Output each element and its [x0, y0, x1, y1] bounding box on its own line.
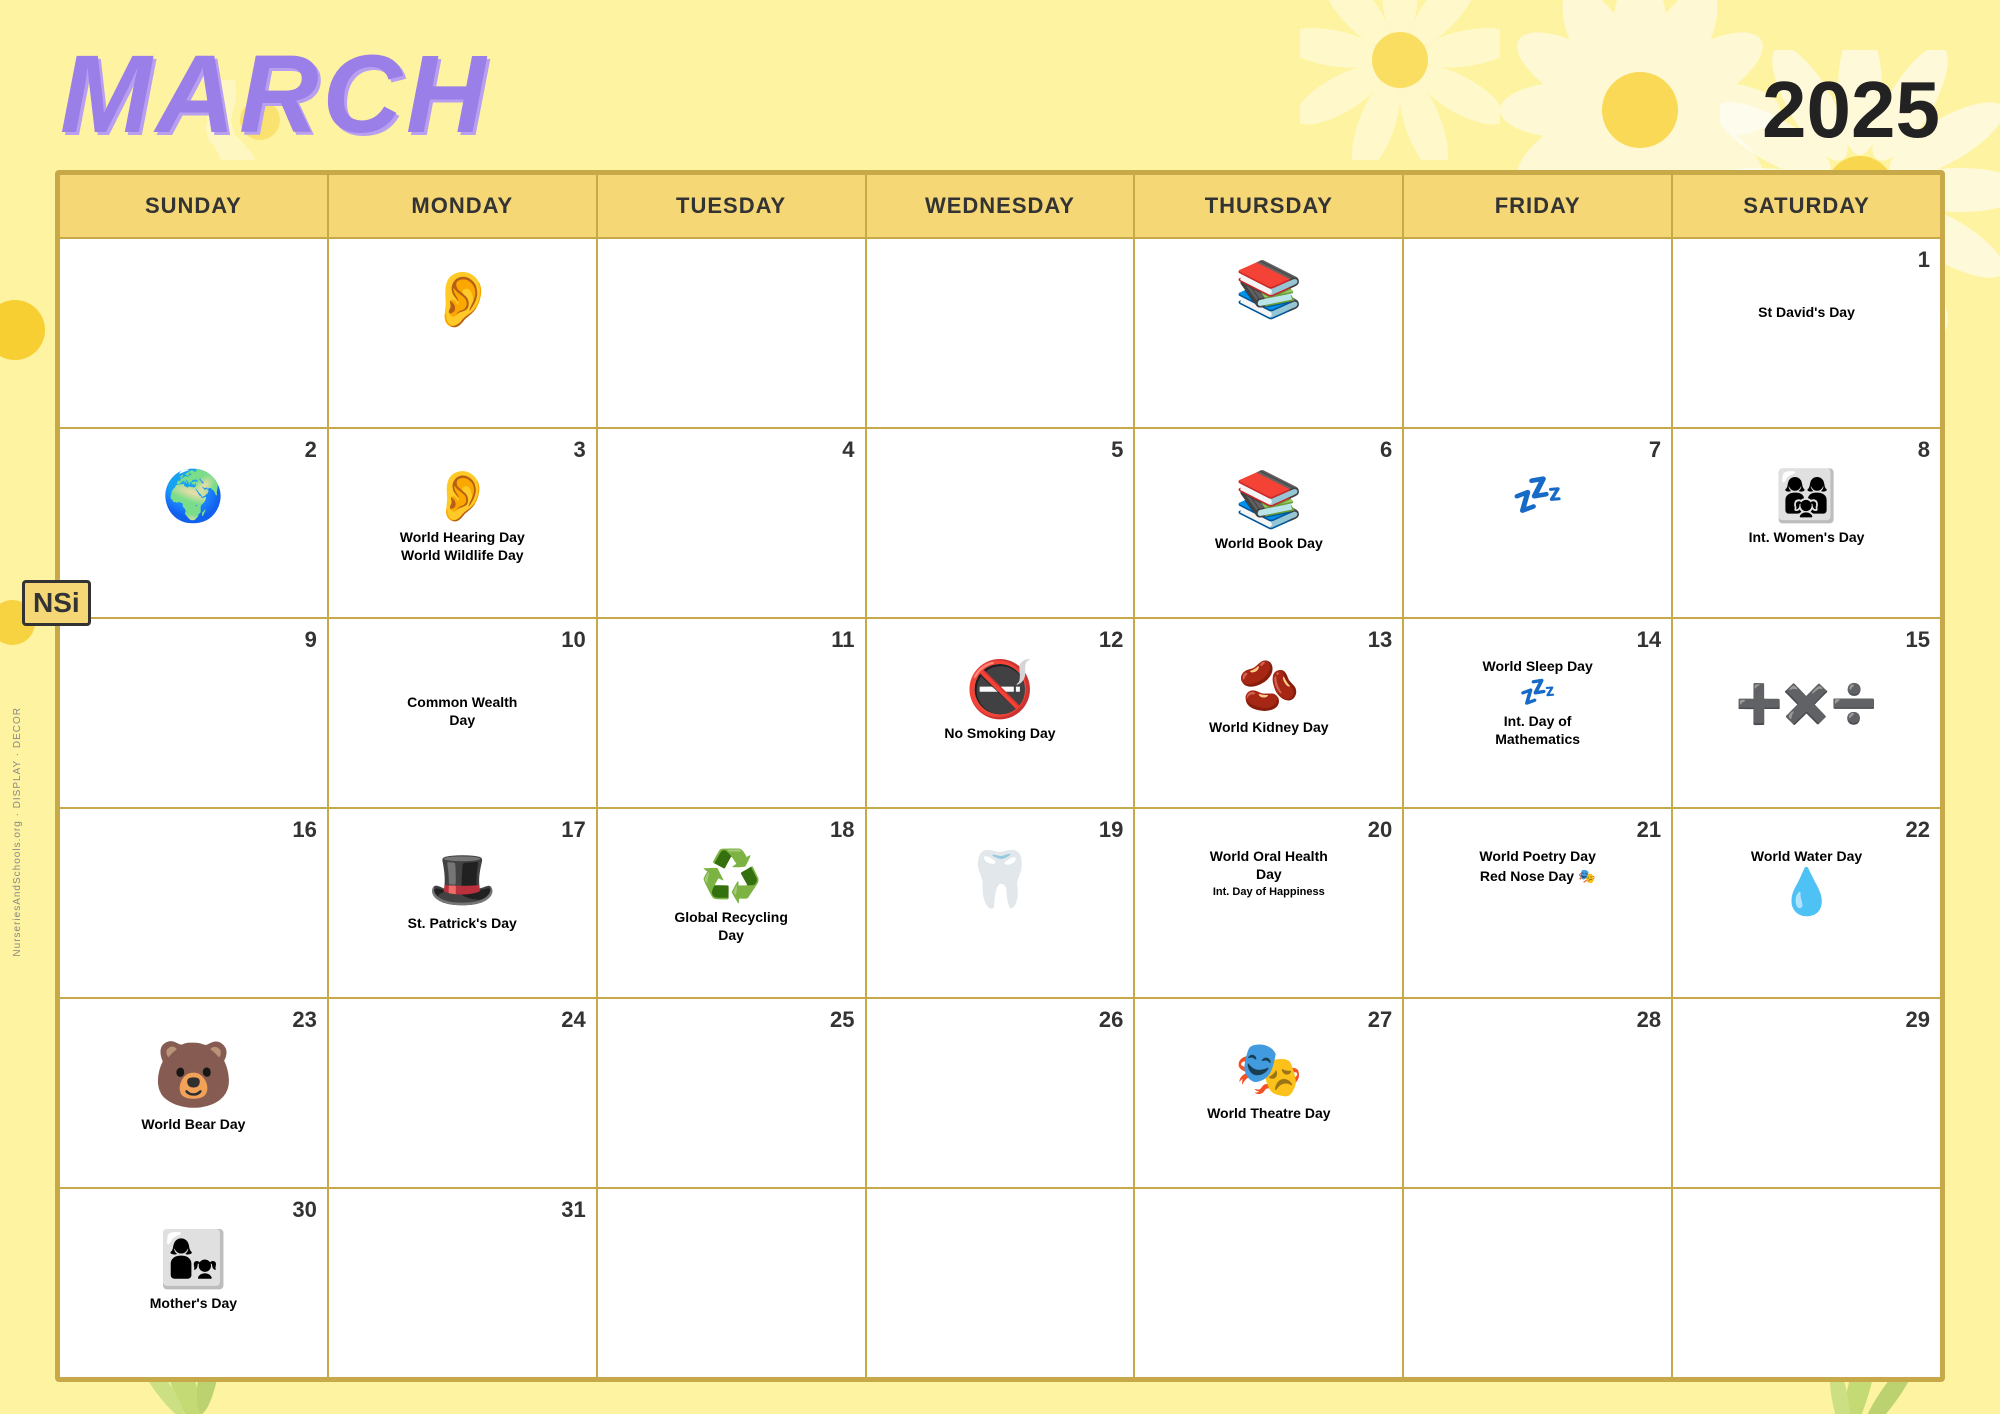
col-saturday: SATURDAY	[1672, 174, 1941, 238]
cell-w4-wed: 26	[866, 998, 1135, 1188]
week-row-3: 1617🎩St. Patrick's Day18♻️Global Recycli…	[59, 808, 1941, 998]
cell-w3-sun: 16	[59, 808, 328, 998]
cell-w4-sat: 29	[1672, 998, 1941, 1188]
cell-w3-mon: 17🎩St. Patrick's Day	[328, 808, 597, 998]
week-row-2: 910Common WealthDay1112🚭No Smoking Day13…	[59, 618, 1941, 808]
cell-w0-sat: 1St David's Day	[1672, 238, 1941, 428]
week-row-5: 30👩‍👧Mother's Day31	[59, 1188, 1941, 1378]
cell-w2-sat: 15➕✖️➗	[1672, 618, 1941, 808]
cell-w2-fri: 14World Sleep Day💤Int. Day ofMathematics	[1403, 618, 1672, 808]
week-row-0: 👂 📚 1St David's Day	[59, 238, 1941, 428]
cell-w2-mon: 10Common WealthDay	[328, 618, 597, 808]
cell-w5-thu	[1134, 1188, 1403, 1378]
cell-w1-fri: 7💤	[1403, 428, 1672, 618]
cell-w2-thu: 13🫘World Kidney Day	[1134, 618, 1403, 808]
header: MARCH 2025	[0, 0, 2000, 160]
cell-w4-mon: 24	[328, 998, 597, 1188]
calendar-table: SUNDAY MONDAY TUESDAY WEDNESDAY THURSDAY…	[58, 173, 1942, 1379]
cell-w5-sat	[1672, 1188, 1941, 1378]
cell-w5-tue	[597, 1188, 866, 1378]
week-row-4: 23🐻World Bear Day24252627🎭World Theatre …	[59, 998, 1941, 1188]
year-title: 2025	[1762, 70, 1940, 150]
cell-w0-mon: 👂	[328, 238, 597, 428]
col-sunday: SUNDAY	[59, 174, 328, 238]
cell-w4-fri: 28	[1403, 998, 1672, 1188]
cell-w3-sat: 22World Water Day💧	[1672, 808, 1941, 998]
cell-w2-wed: 12🚭No Smoking Day	[866, 618, 1135, 808]
cell-w3-fri: 21World Poetry DayRed Nose Day 🎭	[1403, 808, 1672, 998]
cell-w4-sun: 23🐻World Bear Day	[59, 998, 328, 1188]
cell-w1-wed: 5	[866, 428, 1135, 618]
cell-w5-sun: 30👩‍👧Mother's Day	[59, 1188, 328, 1378]
cell-w0-fri	[1403, 238, 1672, 428]
cell-w0-wed	[866, 238, 1135, 428]
cell-w2-tue: 11	[597, 618, 866, 808]
cell-w1-sat: 8👩‍👩‍👧Int. Women's Day	[1672, 428, 1941, 618]
nsi-logo: NSi	[22, 580, 91, 626]
cell-w5-fri	[1403, 1188, 1672, 1378]
cell-w1-sun: 2🌍	[59, 428, 328, 618]
cell-w5-mon: 31	[328, 1188, 597, 1378]
col-tuesday: TUESDAY	[597, 174, 866, 238]
days-header-row: SUNDAY MONDAY TUESDAY WEDNESDAY THURSDAY…	[59, 174, 1941, 238]
cell-w4-thu: 27🎭World Theatre Day	[1134, 998, 1403, 1188]
cell-w1-mon: 3👂World Hearing DayWorld Wildlife Day	[328, 428, 597, 618]
cell-w0-tue	[597, 238, 866, 428]
cell-w2-sun: 9	[59, 618, 328, 808]
week-row-1: 2🌍3👂World Hearing DayWorld Wildlife Day4…	[59, 428, 1941, 618]
cell-w0-sun	[59, 238, 328, 428]
cell-w1-thu: 6📚World Book Day	[1134, 428, 1403, 618]
cell-w0-thu: 📚	[1134, 238, 1403, 428]
calendar: SUNDAY MONDAY TUESDAY WEDNESDAY THURSDAY…	[55, 170, 1945, 1382]
col-monday: MONDAY	[328, 174, 597, 238]
sidebar-logo: NurseriesAndSchools.org · DISPLAY · DECO…	[12, 707, 23, 957]
cell-w5-wed	[866, 1188, 1135, 1378]
col-friday: FRIDAY	[1403, 174, 1672, 238]
month-title: MARCH	[60, 40, 489, 150]
cell-w1-tue: 4	[597, 428, 866, 618]
cell-w4-tue: 25	[597, 998, 866, 1188]
cell-w3-tue: 18♻️Global RecyclingDay	[597, 808, 866, 998]
col-wednesday: WEDNESDAY	[866, 174, 1135, 238]
cell-w3-wed: 19🦷	[866, 808, 1135, 998]
col-thursday: THURSDAY	[1134, 174, 1403, 238]
cell-w3-thu: 20World Oral HealthDayInt. Day of Happin…	[1134, 808, 1403, 998]
